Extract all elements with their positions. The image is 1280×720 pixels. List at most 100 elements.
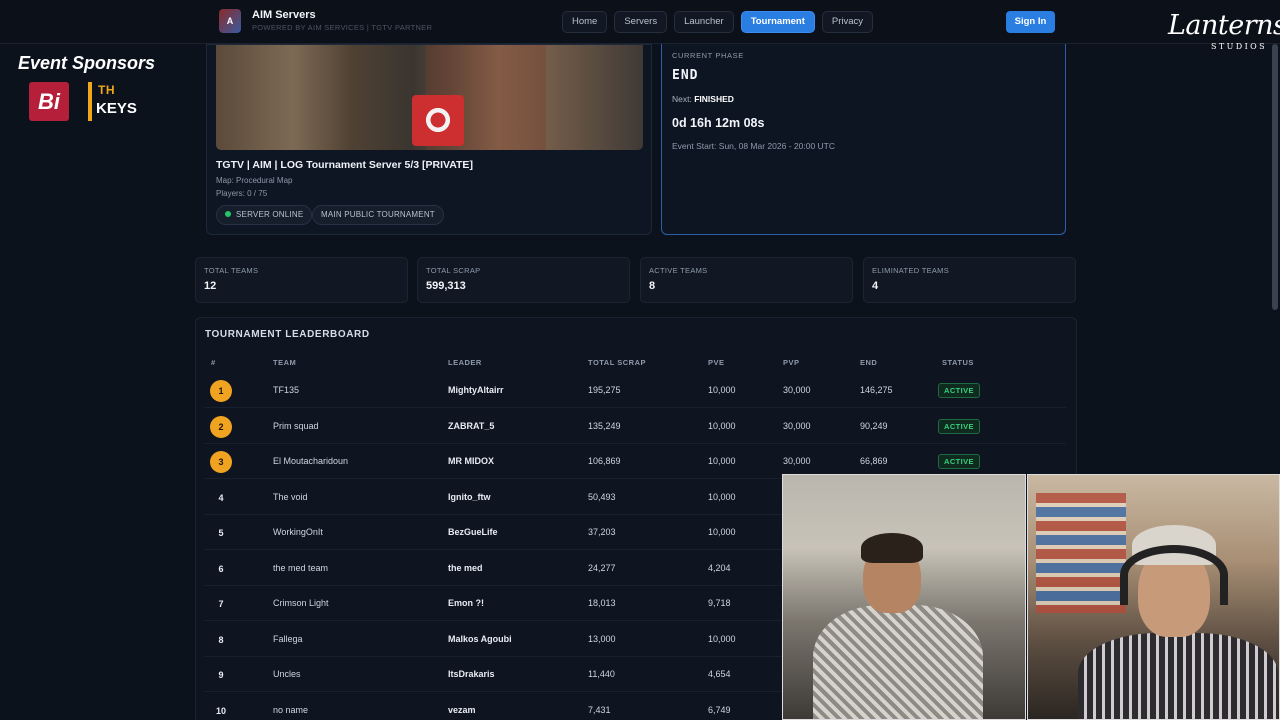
col-total-scrap: TOTAL SCRAP bbox=[588, 358, 647, 367]
phase-countdown: 0d 16h 12m 08s bbox=[672, 116, 765, 130]
col-rank: # bbox=[211, 358, 216, 367]
brand-title: AIM Servers bbox=[252, 9, 316, 21]
phase-card: CURRENT PHASE END Next: FINISHED 0d 16h … bbox=[661, 44, 1066, 235]
brand-logo-icon: A bbox=[219, 9, 241, 33]
webcam-feed-left bbox=[782, 474, 1026, 720]
webcam-feed-right bbox=[1027, 474, 1280, 720]
rank-badge: 7 bbox=[218, 599, 224, 609]
server-status-pill: SERVER ONLINE bbox=[216, 205, 313, 225]
brand-subtitle: POWERED BY AIM SERVICES | TGTV PARTNER bbox=[252, 23, 433, 32]
rank-badge: 6 bbox=[218, 563, 224, 574]
phase-label: CURRENT PHASE bbox=[672, 51, 744, 60]
tournament-tag-pill: MAIN PUBLIC TOURNAMENT bbox=[312, 205, 444, 225]
event-start: Event Start: Sun, 08 Mar 2026 - 20:00 UT… bbox=[672, 141, 835, 151]
cell-leader: vezam bbox=[448, 704, 476, 715]
cell-end: 90,249 bbox=[860, 420, 888, 431]
top-navbar: A AIM Servers POWERED BY AIM SERVICES | … bbox=[0, 0, 1280, 44]
leaderboard-title: TOURNAMENT LEADERBOARD bbox=[205, 329, 370, 340]
nav-launcher[interactable]: Launcher bbox=[674, 11, 734, 33]
phase-next: Next: FINISHED bbox=[672, 94, 734, 104]
rank-badge: 4 bbox=[218, 492, 224, 503]
cell-total: 13,000 bbox=[588, 633, 616, 644]
rust-logo-icon bbox=[412, 95, 464, 146]
cell-leader: MR MIDOX bbox=[448, 456, 494, 466]
lanterns-studios-logo: Lanterns STUDIOS bbox=[1168, 10, 1280, 51]
cell-total: 135,249 bbox=[588, 420, 621, 431]
page-scrollbar[interactable] bbox=[1272, 44, 1278, 310]
rank-badge: 9 bbox=[218, 670, 224, 680]
cell-total: 50,493 bbox=[588, 491, 616, 502]
sponsors-title: Event Sponsors bbox=[18, 53, 156, 73]
cell-team: TF135 bbox=[273, 385, 300, 395]
cell-leader: BezGueLife bbox=[448, 527, 498, 537]
col-leader: LEADER bbox=[448, 358, 482, 367]
rank-badge: 8 bbox=[218, 634, 224, 645]
sponsor-logo-bi: Bi bbox=[29, 82, 69, 121]
cell-pvp: 30,000 bbox=[783, 420, 811, 431]
col-team: TEAM bbox=[273, 358, 297, 367]
main-nav: Home Servers Launcher Tournament Privacy bbox=[562, 11, 880, 33]
phase-value: END bbox=[672, 68, 699, 83]
stat-active-teams: ACTIVE TEAMS 8 bbox=[640, 257, 853, 303]
cell-leader: ZABRAT_5 bbox=[448, 420, 495, 431]
cell-pve: 9,718 bbox=[708, 598, 731, 608]
cell-pve: 10,000 bbox=[708, 527, 736, 537]
table-row[interactable]: 2 Prim squad ZABRAT_5 135,249 10,000 30,000 90… bbox=[204, 409, 1066, 444]
cell-pve: 10,000 bbox=[708, 385, 736, 395]
brand[interactable]: A AIM Servers POWERED BY AIM SERVICES | … bbox=[219, 9, 432, 33]
cell-team: WorkingOnIt bbox=[273, 527, 323, 537]
stat-eliminated-teams: ELIMINATED TEAMS 4 bbox=[863, 257, 1076, 303]
col-pve: PVE bbox=[708, 358, 725, 367]
cell-pve: 4,654 bbox=[708, 669, 731, 679]
cell-leader: Emon ?! bbox=[448, 598, 484, 608]
status-badge: ACTIVE bbox=[938, 383, 980, 398]
cell-pve: 4,204 bbox=[708, 562, 731, 573]
server-card: TGTV | AIM | LOG Tournament Server 5/3 [… bbox=[206, 44, 652, 235]
stat-total-scrap: TOTAL SCRAP 599,313 bbox=[417, 257, 630, 303]
cell-team: Uncles bbox=[273, 669, 301, 679]
cell-total: 7,431 bbox=[588, 704, 611, 715]
cell-leader: ItsDrakaris bbox=[448, 669, 495, 679]
cell-team: the med team bbox=[273, 562, 329, 573]
col-pvp: PVP bbox=[783, 358, 800, 367]
server-players: Players: 0 / 75 bbox=[216, 189, 268, 198]
rank-badge: 2 bbox=[210, 415, 232, 438]
online-dot-icon bbox=[225, 211, 231, 217]
rank-badge: 3 bbox=[210, 451, 232, 473]
cell-leader: Ignito_ftw bbox=[448, 491, 491, 502]
cell-team: no name bbox=[273, 704, 309, 715]
col-status: STATUS bbox=[942, 358, 974, 367]
cell-pve: 10,000 bbox=[708, 420, 736, 431]
cell-team: Fallega bbox=[273, 633, 303, 644]
cell-team: The void bbox=[273, 491, 308, 502]
nav-tournament[interactable]: Tournament bbox=[740, 11, 815, 33]
cell-total: 106,869 bbox=[588, 456, 621, 466]
stat-total-teams: TOTAL TEAMS 12 bbox=[195, 257, 408, 303]
status-badge: ACTIVE bbox=[938, 454, 980, 469]
cell-total: 18,013 bbox=[588, 598, 616, 608]
nav-servers[interactable]: Servers bbox=[614, 11, 668, 33]
server-banner-image bbox=[216, 45, 643, 150]
cell-pve: 10,000 bbox=[708, 633, 736, 644]
nav-privacy[interactable]: Privacy bbox=[821, 11, 874, 33]
sponsor-logo-keys: TH KEYS bbox=[88, 82, 137, 121]
cell-team: Prim squad bbox=[273, 420, 319, 431]
server-map: Map: Procedural Map bbox=[216, 176, 293, 185]
nav-home[interactable]: Home bbox=[562, 11, 608, 33]
cell-leader: Malkos Agoubi bbox=[448, 633, 512, 644]
status-badge: ACTIVE bbox=[938, 418, 980, 434]
sign-in-button[interactable]: Sign In bbox=[1006, 11, 1055, 33]
cell-team: El Moutacharidoun bbox=[273, 456, 349, 466]
rank-badge: 5 bbox=[218, 528, 224, 538]
table-row[interactable]: 1 TF135 MightyAltairr 195,275 10,000 30,000 14… bbox=[204, 373, 1066, 408]
cell-total: 24,277 bbox=[588, 562, 616, 573]
cell-pve: 10,000 bbox=[708, 491, 736, 502]
cell-pve: 10,000 bbox=[708, 456, 736, 466]
col-end: END bbox=[860, 358, 878, 367]
cell-total: 195,275 bbox=[588, 385, 621, 395]
cell-pvp: 30,000 bbox=[783, 385, 811, 395]
rank-badge: 1 bbox=[210, 380, 232, 402]
cell-pve: 6,749 bbox=[708, 704, 731, 715]
cell-end: 146,275 bbox=[860, 385, 893, 395]
server-name: TGTV | AIM | LOG Tournament Server 5/3 [… bbox=[216, 159, 473, 171]
